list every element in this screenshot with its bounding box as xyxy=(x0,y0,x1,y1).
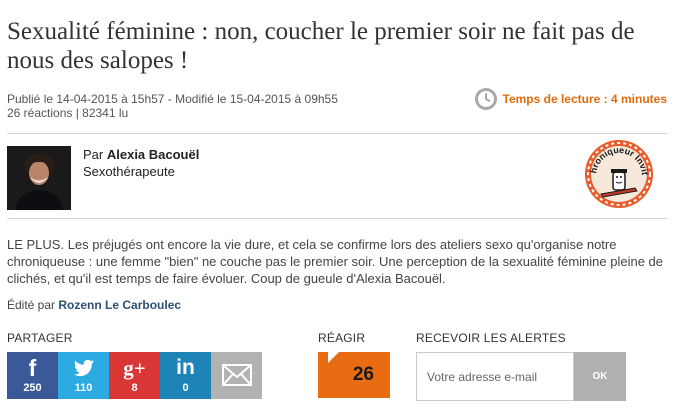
divider xyxy=(7,133,667,134)
article-stats[interactable]: 26 réactions | 82341 lu xyxy=(7,106,338,120)
react-label: RÉAGIR xyxy=(318,331,366,345)
author-prefix: Par xyxy=(83,147,104,162)
article-intro: LE PLUS. Les préjugés ont encore la vie … xyxy=(7,237,664,286)
email-icon xyxy=(211,362,262,388)
guest-columnist-badge: Chroniqueur Invité xyxy=(580,130,655,210)
alert-submit-button[interactable]: OK xyxy=(574,352,626,401)
email-share-button[interactable] xyxy=(211,352,262,399)
react-button[interactable]: 26 xyxy=(318,352,390,398)
editor-credit: Édité par Rozenn Le Carboulec xyxy=(7,298,181,312)
share-label: PARTAGER xyxy=(7,331,73,345)
reaction-count: 26 xyxy=(352,364,374,385)
linkedin-share-button[interactable]: in 0 xyxy=(160,352,211,399)
facebook-count: 250 xyxy=(23,382,42,394)
linkedin-icon: in xyxy=(176,356,195,379)
author-info: Par Alexia Bacouël Sexothérapeute xyxy=(83,146,199,180)
author-name[interactable]: Alexia Bacouël xyxy=(107,147,200,162)
publish-dates: Publié le 14-04-2015 à 15h57 - Modifié l… xyxy=(7,92,338,106)
google-plus-icon: g+ xyxy=(123,355,146,380)
google-plus-count: 8 xyxy=(131,382,138,394)
reading-time-label: Temps de lecture : 4 minutes xyxy=(502,92,668,106)
editor-prefix: Édité par xyxy=(7,298,56,312)
article-title: Sexualité féminine : non, coucher le pre… xyxy=(7,18,635,74)
google-plus-share-button[interactable]: g+ 8 xyxy=(109,352,160,399)
comment-bubble-notch xyxy=(328,352,339,363)
alerts-label: RECEVOIR LES ALERTES xyxy=(416,331,566,345)
twitter-icon xyxy=(58,355,109,381)
author-avatar[interactable] xyxy=(7,146,71,210)
author-role: Sexothérapeute xyxy=(83,164,175,179)
article-meta: Publié le 14-04-2015 à 15h57 - Modifié l… xyxy=(7,92,338,120)
editor-name[interactable]: Rozenn Le Carboulec xyxy=(58,298,181,312)
clock-icon xyxy=(474,88,497,110)
twitter-count: 110 xyxy=(74,382,93,394)
linkedin-count: 0 xyxy=(182,382,189,394)
reading-time: Temps de lecture : 4 minutes xyxy=(474,86,668,112)
facebook-icon: f xyxy=(28,354,37,381)
twitter-share-button[interactable]: 110 xyxy=(58,352,109,399)
facebook-share-button[interactable]: f 250 xyxy=(7,352,58,399)
alert-email-input[interactable] xyxy=(416,352,574,401)
divider xyxy=(7,218,667,219)
